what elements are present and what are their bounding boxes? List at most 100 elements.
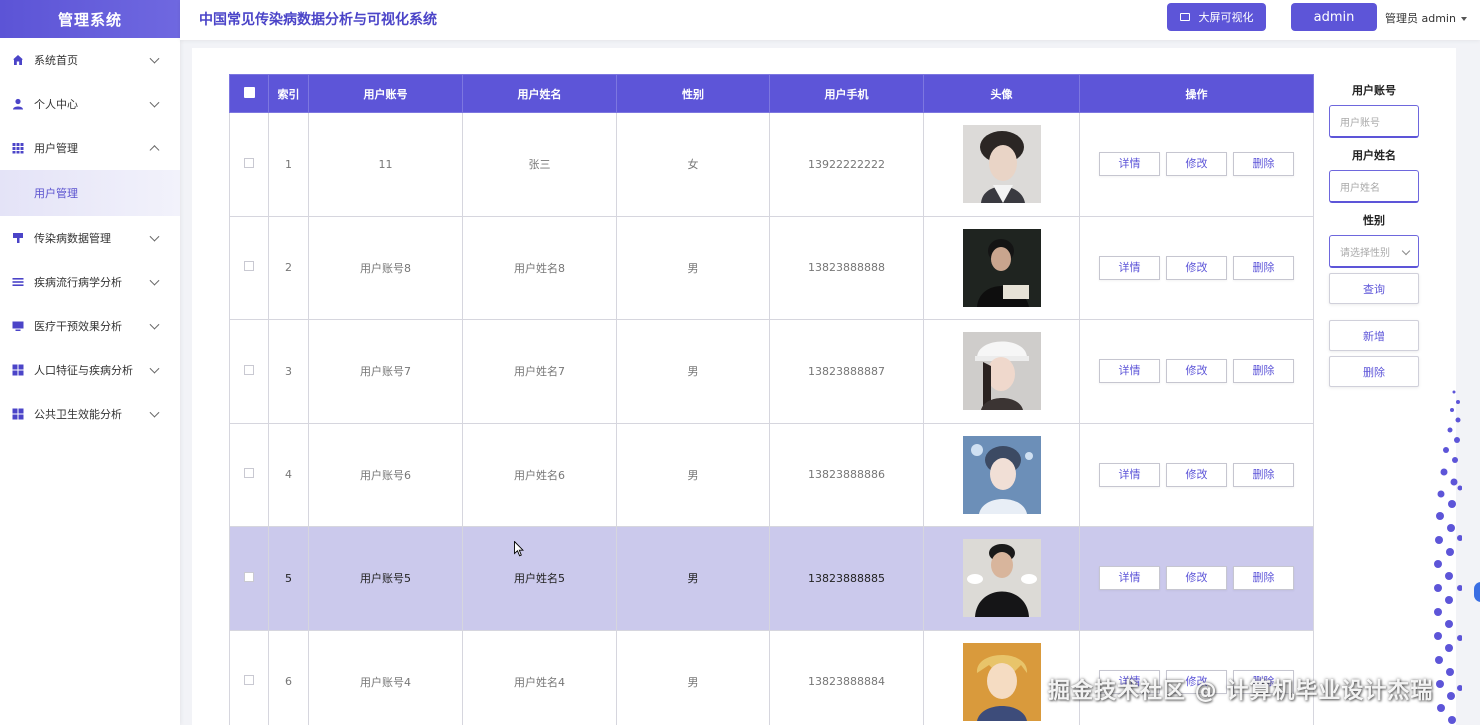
phone-cell: 13823888885 (769, 526, 924, 631)
name-cell: 用户姓名8 (462, 215, 617, 320)
table-row[interactable]: 1 11 张三 女 13922222222 详情 修改 删除 (229, 112, 1314, 217)
user-icon (12, 98, 24, 110)
table-row[interactable]: 5 用户账号5 用户姓名5 男 13823888885 详情 修改 删除 (229, 526, 1314, 631)
edit-button[interactable]: 修改 (1166, 359, 1227, 384)
table-row[interactable]: 4 用户账号6 用户姓名6 男 13823888886 详情 修改 删除 (229, 422, 1314, 527)
row-checkbox[interactable] (244, 675, 254, 686)
name-search-input[interactable]: 用户姓名 (1329, 170, 1419, 203)
name-placeholder: 用户姓名 (1340, 182, 1380, 194)
sidebar-item-public-health[interactable]: 公共卫生效能分析 (0, 392, 180, 436)
row-select-cell[interactable] (229, 422, 269, 527)
row-select-cell[interactable] (229, 112, 269, 217)
table-row[interactable]: 3 用户账号7 用户姓名7 男 13823888887 详情 修改 删除 (229, 319, 1314, 424)
sidebar-item-disease-data[interactable]: 传染病数据管理 (0, 216, 180, 260)
index-cell: 5 (268, 526, 309, 631)
phone-cell: 13922222222 (769, 112, 924, 217)
index-cell: 4 (268, 422, 309, 527)
row-checkbox[interactable] (244, 468, 254, 479)
delete-button[interactable]: 删除 (1233, 462, 1294, 487)
brush-icon (12, 232, 24, 244)
detail-button[interactable]: 详情 (1099, 566, 1160, 591)
sidebar-item-label: 个人中心 (34, 98, 78, 111)
sidebar-item-user-management[interactable]: 用户管理 (0, 126, 180, 170)
avatar (962, 435, 1041, 514)
row-select-cell[interactable] (229, 319, 269, 424)
index-cell: 1 (268, 112, 309, 217)
chevron-down-icon (149, 231, 160, 242)
account-search-input[interactable]: 用户账号 (1329, 105, 1419, 138)
list-icon (12, 276, 24, 288)
gender-select[interactable]: 请选择性别 (1329, 235, 1419, 268)
detail-button[interactable]: 详情 (1099, 255, 1160, 280)
table-row[interactable]: 2 用户账号8 用户姓名8 男 13823888888 详情 修改 删除 (229, 215, 1314, 320)
column-header: 用户账号 (308, 74, 463, 113)
sidebar-item-home[interactable]: 系统首页 (0, 38, 180, 82)
gender-cell: 男 (616, 319, 770, 424)
delete-button[interactable]: 删除 (1233, 359, 1294, 384)
user-menu[interactable]: 管理员 admin (1385, 10, 1467, 26)
home-icon (12, 54, 24, 66)
sidebar-item-profile[interactable]: 个人中心 (0, 82, 180, 126)
sidebar-item-label: 医疗干预效果分析 (34, 320, 122, 333)
column-header: 性别 (616, 74, 770, 113)
row-checkbox[interactable] (244, 157, 254, 168)
grid-icon (12, 142, 24, 154)
row-select-cell[interactable] (229, 629, 269, 725)
name-cell: 用户姓名7 (462, 319, 617, 424)
delete-button[interactable]: 删除 (1233, 566, 1294, 591)
side-float-bubble[interactable] (1474, 582, 1480, 602)
big-screen-button[interactable]: 大屏可视化 (1167, 3, 1266, 31)
table-header-row: 索引 用户账号 用户姓名 性别 用户手机 头像 操作 (229, 74, 1314, 113)
sidebar: 管理系统 系统首页 个人中心 用户管理 用户管理 传染病数据管理 疾病流行病学分 (0, 0, 180, 725)
admin-button[interactable]: admin (1291, 3, 1377, 31)
add-button[interactable]: 新增 (1329, 320, 1419, 351)
sidebar-item-epidemiology[interactable]: 疾病流行病学分析 (0, 260, 180, 304)
gender-cell: 男 (616, 215, 770, 320)
sidebar-item-population[interactable]: 人口特征与疾病分析 (0, 348, 180, 392)
content-panel: 索引 用户账号 用户姓名 性别 用户手机 头像 操作 1 11 张三 女 139… (192, 48, 1456, 725)
actions-cell: 详情 修改 删除 (1079, 112, 1314, 217)
batch-delete-button[interactable]: 删除 (1329, 356, 1419, 387)
row-select-cell[interactable] (229, 215, 269, 320)
edit-button[interactable]: 修改 (1166, 152, 1227, 177)
sidebar-item-intervention[interactable]: 医疗干预效果分析 (0, 304, 180, 348)
delete-button[interactable]: 删除 (1233, 152, 1294, 177)
big-screen-label: 大屏可视化 (1198, 11, 1254, 24)
edit-button[interactable]: 修改 (1166, 462, 1227, 487)
select-all-cell[interactable] (229, 74, 269, 113)
delete-button[interactable]: 删除 (1233, 255, 1294, 280)
chevron-down-icon (149, 275, 160, 286)
detail-button[interactable]: 详情 (1099, 462, 1160, 487)
sidebar-item-label: 用户管理 (34, 142, 78, 155)
avatar (962, 125, 1041, 204)
avatar-cell (923, 112, 1080, 217)
phone-cell: 13823888887 (769, 319, 924, 424)
row-select-cell[interactable] (229, 526, 269, 631)
account-cell: 用户账号7 (308, 319, 463, 424)
sidebar-item-label: 传染病数据管理 (34, 232, 111, 245)
edit-button[interactable]: 修改 (1166, 566, 1227, 591)
account-cell: 用户账号8 (308, 215, 463, 320)
actions-cell: 详情 修改 删除 (1079, 319, 1314, 424)
phone-cell: 13823888886 (769, 422, 924, 527)
name-cell: 张三 (462, 112, 617, 217)
avatar (962, 228, 1041, 307)
row-checkbox[interactable] (244, 364, 254, 375)
query-button[interactable]: 查询 (1329, 273, 1419, 304)
top-header: 中国常见传染病数据分析与可视化系统 大屏可视化 admin 管理员 admin (180, 0, 1480, 40)
avatar (962, 642, 1041, 721)
select-all-checkbox[interactable] (243, 86, 255, 98)
detail-button[interactable]: 详情 (1099, 359, 1160, 384)
edit-button[interactable]: 修改 (1166, 255, 1227, 280)
column-header: 用户手机 (769, 74, 924, 113)
detail-button[interactable]: 详情 (1099, 152, 1160, 177)
submenu-item-user-management[interactable]: 用户管理 (0, 170, 180, 216)
chevron-down-icon (149, 53, 160, 64)
brand-title: 管理系统 (0, 0, 180, 38)
actions-cell: 详情 修改 删除 (1079, 215, 1314, 320)
search-panel: 用户账号 用户账号 用户姓名 用户姓名 性别 请选择性别 查询 新增 删除 (1329, 82, 1419, 387)
column-header: 索引 (268, 74, 309, 113)
row-checkbox[interactable] (244, 571, 254, 582)
avatar-cell (923, 422, 1080, 527)
row-checkbox[interactable] (244, 261, 254, 272)
